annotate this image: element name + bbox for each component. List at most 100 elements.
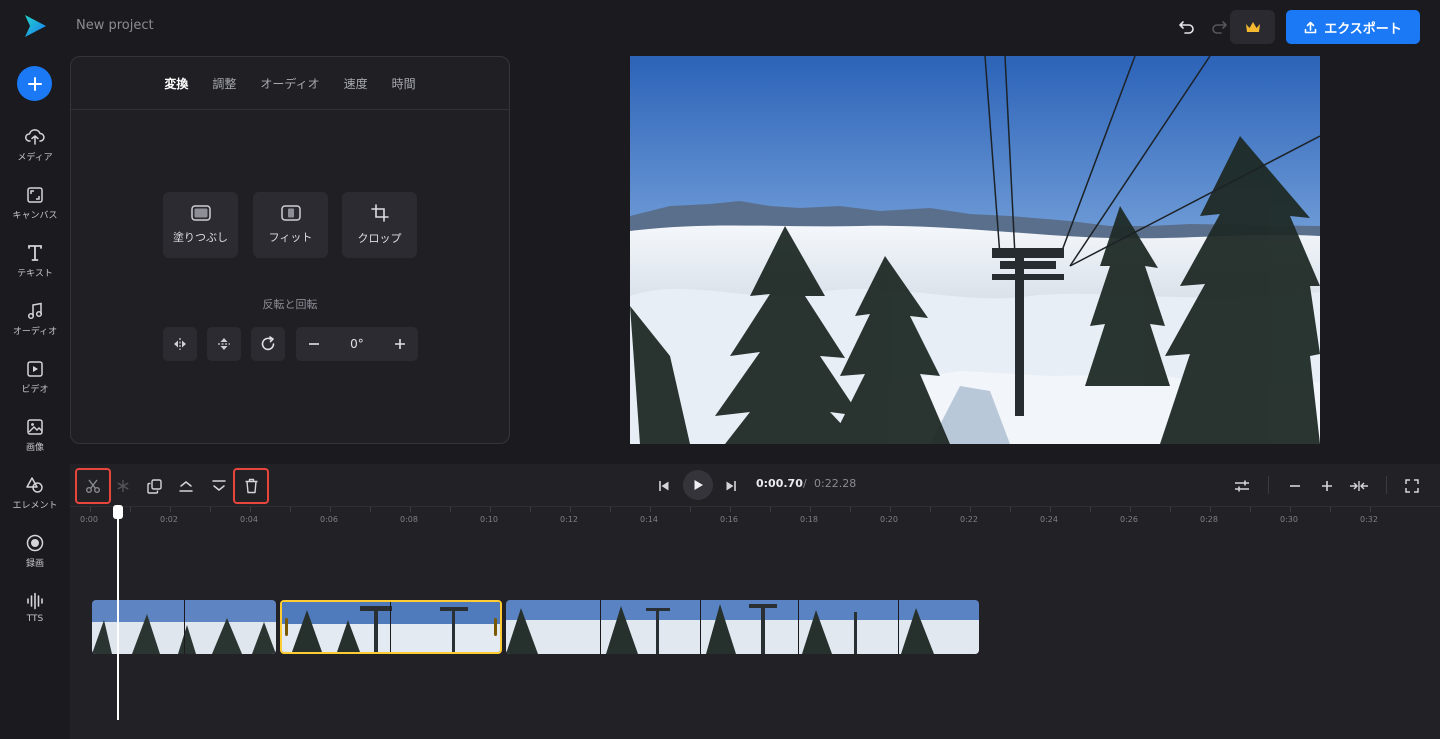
- video-preview[interactable]: [630, 56, 1320, 444]
- zoom-in-button[interactable]: [1311, 470, 1343, 502]
- upload-cloud-icon: [25, 129, 45, 145]
- ruler-tick: [810, 507, 811, 512]
- preview-frame-image: [630, 56, 1320, 444]
- redo-button[interactable]: [1208, 15, 1230, 37]
- fill-button[interactable]: 塗りつぶし: [163, 192, 238, 258]
- tab-adjust[interactable]: 調整: [200, 75, 248, 92]
- trim-start-button[interactable]: [170, 470, 202, 502]
- rotation-value[interactable]: 0°: [350, 337, 364, 351]
- clip-thumbnails: [92, 600, 276, 654]
- ruler-tick: [1210, 507, 1211, 512]
- sidebar-item-label: テキスト: [17, 269, 53, 279]
- ruler-tick: [250, 507, 251, 512]
- ruler-label: 0:08: [400, 515, 418, 524]
- tab-duration[interactable]: 時間: [380, 75, 428, 92]
- flip-horizontal-icon: [174, 338, 186, 350]
- tab-speed[interactable]: 速度: [332, 75, 380, 92]
- play-icon: [694, 480, 703, 490]
- zoom-out-button[interactable]: [1279, 470, 1311, 502]
- sidebar-item-canvas[interactable]: キャンバス: [0, 182, 70, 232]
- sidebar-item-record[interactable]: 録画: [0, 530, 70, 580]
- sidebar-item-media[interactable]: メディア: [0, 124, 70, 174]
- video-clip[interactable]: [506, 600, 979, 654]
- plus-icon[interactable]: [394, 338, 406, 350]
- ruler-tick: [530, 507, 531, 512]
- project-title[interactable]: New project: [76, 18, 154, 33]
- ruler-tick: [1090, 507, 1091, 512]
- crop-button[interactable]: クロップ: [342, 192, 417, 258]
- sidebar-item-audio[interactable]: オーディオ: [0, 298, 70, 348]
- video-clip-selected[interactable]: [280, 600, 502, 654]
- flip-vertical-button[interactable]: [207, 327, 241, 361]
- ruler-tick: [1370, 507, 1371, 512]
- play-button[interactable]: [683, 470, 713, 500]
- fill-icon: [190, 205, 211, 221]
- ruler-tick: [970, 507, 971, 512]
- trim-handle-left[interactable]: [285, 618, 288, 636]
- sidebar-item-label: TTS: [26, 614, 44, 624]
- export-upload-icon: [1304, 21, 1317, 33]
- rotate-button[interactable]: [251, 327, 285, 361]
- add-media-button[interactable]: [17, 66, 52, 101]
- fit-button[interactable]: フィット: [253, 192, 328, 258]
- fit-label: フィット: [268, 231, 313, 244]
- crop-label: クロップ: [357, 232, 402, 245]
- clip-thumbnails: [506, 600, 979, 654]
- rotate-icon: [261, 336, 275, 351]
- skip-back-icon: [659, 481, 669, 491]
- ruler-tick: [730, 507, 731, 512]
- fit-icon: [280, 205, 301, 221]
- ruler-tick: [410, 507, 411, 512]
- delete-button[interactable]: [233, 468, 269, 504]
- ruler-tick: [930, 507, 931, 512]
- ruler-label: 0:02: [160, 515, 178, 524]
- time-ruler[interactable]: 0:00 0:02 0:04 0:06 0:08 0:10 0:12 0:14 …: [70, 506, 1440, 526]
- fullscreen-button[interactable]: [1396, 470, 1428, 502]
- ruler-tick: [690, 507, 691, 512]
- music-note-icon: [27, 302, 43, 320]
- trim-handle-right[interactable]: [494, 618, 497, 636]
- export-button[interactable]: エクスポート: [1286, 10, 1420, 44]
- app-logo-icon[interactable]: [22, 13, 48, 39]
- duplicate-button[interactable]: [138, 470, 170, 502]
- flip-horizontal-button[interactable]: [163, 327, 197, 361]
- video-clip[interactable]: [92, 600, 276, 654]
- chevron-down-line-icon: [212, 480, 226, 491]
- timeline-settings-button[interactable]: [1226, 470, 1258, 502]
- ruler-label: 0:06: [320, 515, 338, 524]
- panel-tabs: 変換 調整 オーディオ 速度 時間: [71, 57, 509, 110]
- skip-back-button[interactable]: [648, 470, 680, 502]
- undo-button[interactable]: [1176, 15, 1198, 37]
- sidebar-item-text[interactable]: テキスト: [0, 240, 70, 290]
- trash-icon: [245, 478, 257, 494]
- top-bar: New project エクスポート: [0, 0, 1440, 52]
- sidebar-item-label: オーディオ: [12, 327, 58, 337]
- trim-end-button[interactable]: [203, 470, 235, 502]
- playhead-handle[interactable]: [113, 505, 123, 519]
- minus-icon[interactable]: [308, 338, 320, 350]
- sidebar-item-tts[interactable]: TTS: [0, 588, 70, 638]
- ruler-tick: [290, 507, 291, 512]
- record-icon: [26, 534, 44, 552]
- playhead[interactable]: [117, 506, 119, 720]
- skip-forward-button[interactable]: [715, 470, 747, 502]
- premium-button[interactable]: [1230, 10, 1275, 44]
- video-icon: [27, 361, 43, 377]
- tab-transform[interactable]: 変換: [152, 75, 200, 92]
- ruler-tick: [490, 507, 491, 512]
- freeze-frame-button[interactable]: [107, 470, 139, 502]
- tab-audio[interactable]: オーディオ: [248, 75, 331, 92]
- split-button[interactable]: [75, 468, 111, 504]
- collapse-arrows-icon: [1350, 481, 1368, 491]
- sidebar-item-image[interactable]: 画像: [0, 414, 70, 464]
- sidebar-item-elements[interactable]: エレメント: [0, 472, 70, 522]
- rotation-stepper[interactable]: 0°: [296, 327, 418, 361]
- minus-icon: [1290, 485, 1300, 487]
- chevron-up-line-icon: [179, 481, 193, 492]
- sidebar-item-video[interactable]: ビデオ: [0, 356, 70, 406]
- ruler-label: 0:30: [1280, 515, 1298, 524]
- ruler-label: 0:14: [640, 515, 658, 524]
- sidebar-item-label: ビデオ: [21, 385, 49, 395]
- crown-icon: [1245, 21, 1260, 32]
- zoom-to-fit-button[interactable]: [1343, 470, 1375, 502]
